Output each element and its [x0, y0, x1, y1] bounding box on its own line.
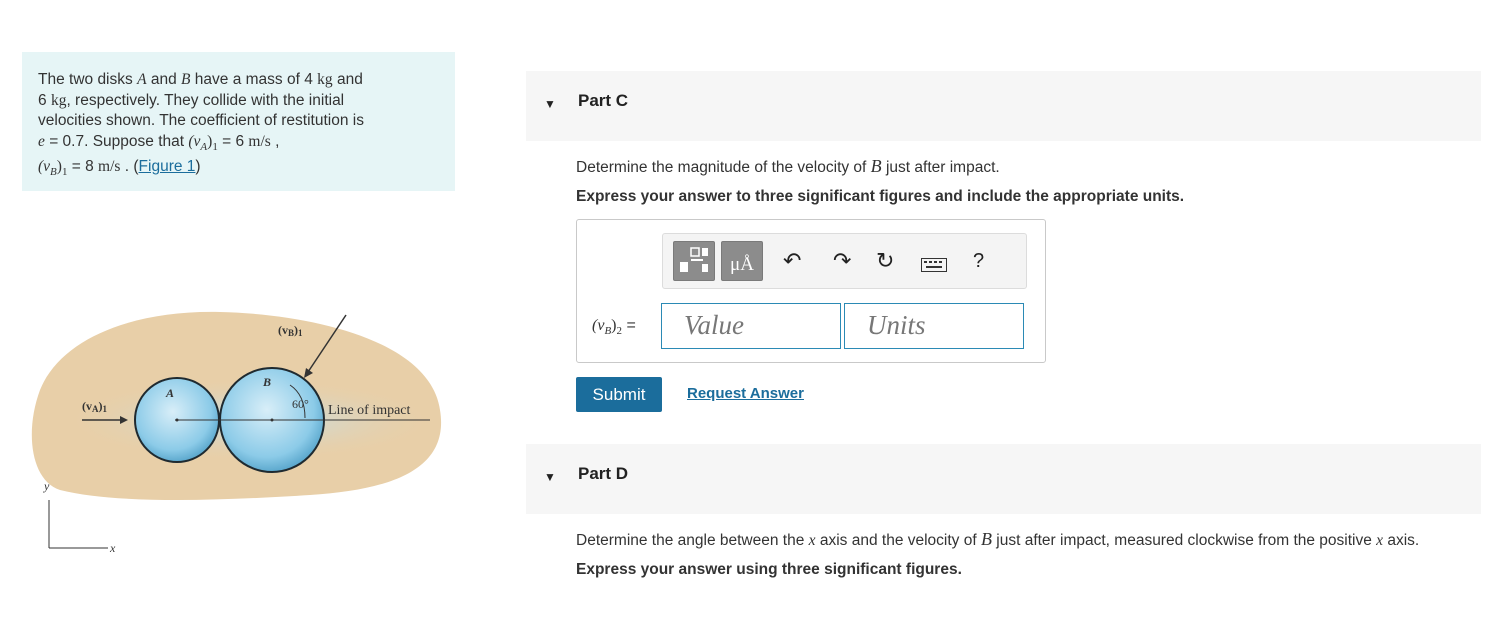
label-disk-b: B — [262, 375, 271, 389]
problem-line-1: The two disks A and B have a mass of 4 k… — [38, 71, 363, 88]
figure-link[interactable]: Figure 1 — [139, 158, 196, 175]
problem-line-5: (vB)1 = 8 m/s . (Figure 1) — [38, 158, 201, 179]
line-of-impact-label: Line of impact — [328, 403, 411, 418]
collision-figure: (vA)1 (vB)1 A B 60° Line of impact y x — [31, 311, 442, 555]
submit-button[interactable]: Submit — [576, 377, 662, 412]
part-d-header[interactable]: ▼ Part D — [526, 444, 1481, 514]
collapse-triangle-icon[interactable]: ▼ — [544, 97, 556, 111]
keyboard-icon[interactable] — [921, 258, 947, 272]
axis-x-label: x — [109, 541, 116, 555]
part-d-title: Part D — [578, 464, 629, 483]
label-disk-a: A — [165, 386, 174, 400]
value-input[interactable]: Value — [661, 303, 841, 349]
template-button[interactable] — [673, 241, 715, 281]
problem-statement: The two disks A and B have a mass of 4 k… — [22, 52, 455, 191]
problem-line-2: 6 kg, respectively. They collide with th… — [38, 91, 345, 109]
collapse-triangle-icon[interactable]: ▼ — [544, 470, 556, 484]
units-button[interactable]: μÅ — [721, 241, 763, 281]
angle-label: 60° — [292, 397, 309, 411]
part-d-instruction: Express your answer using three signific… — [576, 561, 962, 578]
reset-icon[interactable]: ↻ — [876, 248, 894, 274]
redo-icon[interactable]: ↷ — [833, 248, 851, 274]
problem-line-3: velocities shown. The coefficient of res… — [38, 112, 364, 129]
answer-box: μÅ ↶ ↷ ↻ ? (vB)2 = Value Units — [576, 219, 1046, 363]
undo-icon[interactable]: ↶ — [783, 248, 801, 274]
part-c-instruction: Express your answer to three significant… — [576, 188, 1185, 205]
part-c-header[interactable]: ▼ Part C — [526, 71, 1481, 141]
units-input[interactable]: Units — [844, 303, 1024, 349]
template-icon — [680, 247, 708, 272]
axis-y-label: y — [43, 479, 50, 493]
equation-toolbar: μÅ ↶ ↷ ↻ ? — [662, 233, 1027, 289]
problem-line-4: e = 0.7. Suppose that (vA)1 = 6 m/s , — [38, 132, 280, 153]
part-d-question: Determine the angle between the x axis a… — [576, 529, 1420, 549]
help-icon[interactable]: ? — [973, 250, 984, 273]
part-c-title: Part C — [578, 91, 629, 110]
answer-label: (vB)2 = — [592, 317, 636, 338]
part-c-question: Determine the magnitude of the velocity … — [576, 156, 1000, 176]
request-answer-link[interactable]: Request Answer — [687, 385, 804, 402]
